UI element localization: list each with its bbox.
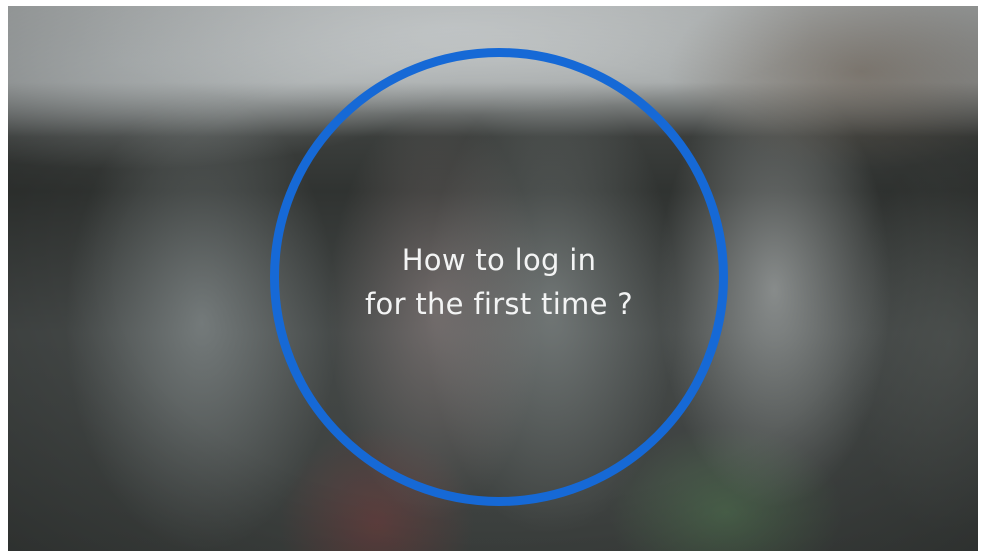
video-frame: How to log in for the first time ? — [8, 6, 978, 551]
heading-line-1: How to log in — [401, 243, 597, 277]
title-card-heading: How to log in for the first time ? — [270, 238, 728, 326]
heading-line-2: for the first time ? — [365, 287, 633, 321]
